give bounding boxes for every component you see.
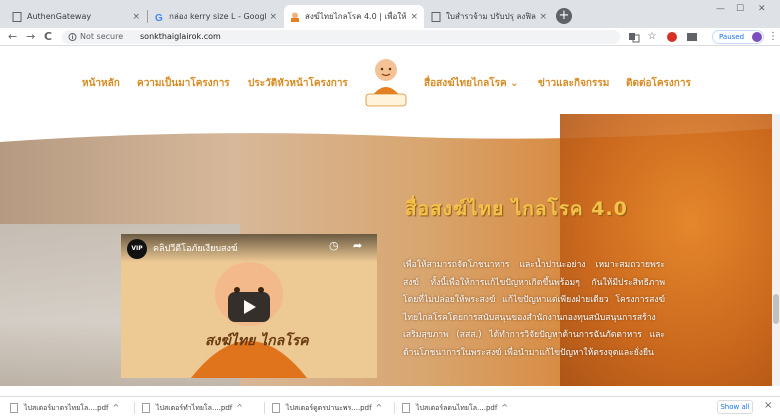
chevron-up-icon[interactable]: ^ xyxy=(501,403,508,412)
watch-later-icon[interactable]: ◷ xyxy=(329,239,339,252)
nav-contact[interactable]: ติดต่อโครงการ xyxy=(626,76,691,91)
hero-banner: สื่อสงฆ์ไทย ไกลโรค 4.0 เพื่อให้สามารถจัด… xyxy=(0,114,780,386)
scrollbar-thumb[interactable] xyxy=(773,294,779,324)
file-icon xyxy=(10,403,18,413)
svg-text:G: G xyxy=(155,13,163,22)
browser-tab[interactable]: AuthenGateway × xyxy=(6,5,146,28)
nav-home[interactable]: หน้าหลัก xyxy=(82,76,120,91)
embedded-video[interactable]: VIP คลิปวีดีโอภัยเงียบสงฆ์ ◷ ➦ สงฆ์ไทย ไ… xyxy=(121,234,377,378)
new-tab-button[interactable]: + xyxy=(556,8,572,24)
avatar xyxy=(752,32,762,42)
download-bar: ไปสเตอร์มาตรไทยโล....pdf ^ ไปสเตอร์ทำไทยโ… xyxy=(0,396,780,416)
extension-icon[interactable] xyxy=(666,31,678,43)
browser-tab-active[interactable]: สงฆ์ไทยไกลโรค 4.0 | เพื่อให้สามารถจั × xyxy=(284,5,424,28)
show-all-downloads-button[interactable]: Show all xyxy=(717,400,753,414)
reload-icon[interactable]: C xyxy=(44,30,52,43)
download-filename: ไปสเตอร์ทำไทยโล....pdf xyxy=(156,404,233,412)
video-title[interactable]: คลิปวีดีโอภัยเงียบสงฆ์ xyxy=(153,241,238,255)
extension-icon[interactable] xyxy=(686,31,698,43)
download-item[interactable]: ไปสเตอร์ทำไทยโล....pdf ^ xyxy=(142,401,243,415)
channel-avatar[interactable]: VIP xyxy=(127,239,147,259)
hero-title: สื่อสงฆ์ไทย ไกลโรค 4.0 xyxy=(405,198,628,220)
download-item[interactable]: ไปสเตอร์ลดนไทยโล....pdf ^ xyxy=(402,401,508,415)
file-icon xyxy=(402,403,410,413)
download-divider xyxy=(264,402,265,414)
file-icon xyxy=(142,403,150,413)
close-download-bar-icon[interactable]: × xyxy=(764,400,772,411)
download-divider xyxy=(394,402,395,414)
browser-tab[interactable]: ใบสำรวจ้าม ปรับปรุ ลงฟิลด์.indd × xyxy=(425,5,553,28)
tab-close-icon[interactable]: × xyxy=(410,12,418,22)
download-filename: ไปสเตอร์ดูตรปานะพร....pdf xyxy=(286,404,372,412)
tab-title: กล่อง kerry size L - Google Search xyxy=(169,12,266,21)
back-icon[interactable]: ← xyxy=(8,30,17,43)
page-scrollbar[interactable] xyxy=(772,114,780,386)
site-logo[interactable] xyxy=(364,52,408,110)
download-filename: ไปสเตอร์ลดนไทยโล....pdf xyxy=(416,404,498,412)
chevron-up-icon[interactable]: ^ xyxy=(236,403,243,412)
close-window-icon[interactable]: ✕ xyxy=(758,4,766,14)
page-icon xyxy=(431,11,441,22)
nav-project-leader[interactable]: ประวัติหัวหน้าโครงการ xyxy=(248,76,348,91)
download-divider xyxy=(134,402,135,414)
security-label: Not secure xyxy=(80,32,124,41)
tab-close-icon[interactable]: × xyxy=(132,12,140,22)
tab-close-icon[interactable]: × xyxy=(269,12,277,22)
tab-title: ใบสำรวจ้าม ปรับปรุ ลงฟิลด์.indd xyxy=(446,12,536,21)
menu-icon[interactable]: ⋮ xyxy=(767,31,779,43)
chevron-up-icon[interactable]: ^ xyxy=(376,403,383,412)
share-icon[interactable]: ➦ xyxy=(353,239,362,252)
translate-icon[interactable] xyxy=(628,31,640,43)
nav-news-activities[interactable]: ข่าวและกิจกรรม xyxy=(538,76,609,91)
download-item[interactable]: ไปสเตอร์มาตรไทยโล....pdf ^ xyxy=(10,401,119,415)
browser-tab[interactable]: G กล่อง kerry size L - Google Search × xyxy=(148,5,283,28)
maximize-icon[interactable]: ☐ xyxy=(736,4,744,14)
chevron-up-icon[interactable]: ^ xyxy=(113,403,120,412)
play-button[interactable] xyxy=(228,292,270,322)
monk-favicon-icon xyxy=(290,12,300,22)
tab-close-icon[interactable]: × xyxy=(539,12,547,22)
nav-about-project[interactable]: ความเป็นมาโครงการ xyxy=(137,76,230,91)
minimize-icon[interactable]: — xyxy=(716,4,725,14)
google-icon: G xyxy=(154,12,164,24)
bookmark-star-icon[interactable]: ☆ xyxy=(646,31,658,43)
forward-icon[interactable]: → xyxy=(26,30,35,43)
address-bar[interactable]: Not secure sonkthaiglairok.com xyxy=(62,30,620,44)
nav-media-dropdown[interactable]: สื่อสงฆ์ไทยไกลโรค ⌄ xyxy=(424,76,519,91)
file-icon xyxy=(272,403,280,413)
download-filename: ไปสเตอร์มาตรไทยโล....pdf xyxy=(24,404,109,412)
download-item[interactable]: ไปสเตอร์ดูตรปานะพร....pdf ^ xyxy=(272,401,382,415)
page-icon xyxy=(12,11,22,22)
tab-title: สงฆ์ไทยไกลโรค 4.0 | เพื่อให้สามารถจั xyxy=(305,12,407,21)
profile-button[interactable]: Paused xyxy=(712,30,764,44)
hero-paragraph: เพื่อให้สามารถจัดโภชนาหาร และน้ำปานะอย่า… xyxy=(403,260,665,358)
tab-title: AuthenGateway xyxy=(27,12,92,21)
profile-status: Paused xyxy=(719,33,745,41)
browser-tab-strip: AuthenGateway × G กล่อง kerry size L - G… xyxy=(0,0,780,28)
site-header: หน้าหลัก ความเป็นมาโครงการ ประวัติหัวหน้… xyxy=(0,46,780,114)
url-text[interactable]: sonkthaiglairok.com xyxy=(140,30,221,44)
browser-toolbar: ← → C Not secure sonkthaiglairok.com ☆ P… xyxy=(0,28,780,46)
video-caption: สงฆ์ไทย ไกลโรค xyxy=(205,333,309,349)
